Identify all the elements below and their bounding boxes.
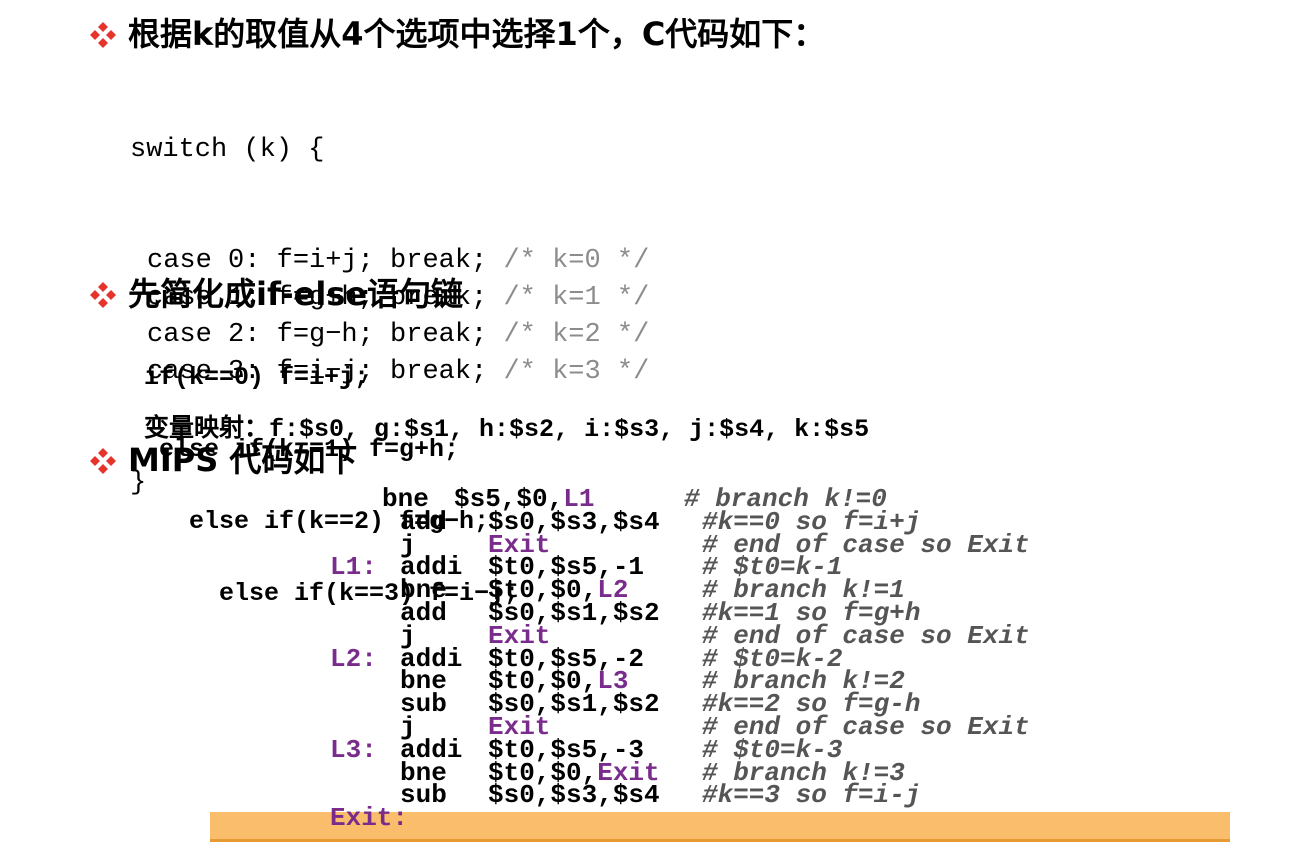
variable-mapping-text: f:$s0, g:$s1, h:$s2, i:$s3, j:$s4, k:$s5: [269, 415, 870, 444]
variable-mapping: 变量映射：f:$s0, g:$s1, h:$s2, i:$s3, j:$s4, …: [144, 413, 870, 444]
mips-label: L3:: [330, 734, 377, 765]
c-case-comment: /* k=1 */: [503, 283, 650, 313]
c-switch-open: switch (k) {: [130, 135, 325, 165]
four-diamond-bullet-icon: [90, 448, 116, 474]
mips-label: L2:: [330, 643, 377, 674]
variable-mapping-label: 变量映射：: [144, 413, 270, 442]
if-line: else if(k==3) f=i−j;: [144, 579, 520, 608]
c-case-comment: /* k=2 */: [503, 320, 650, 350]
c-case-comment: /* k=0 */: [503, 246, 650, 276]
mips-comment: #k==3 so f=i-j: [702, 780, 921, 811]
four-diamond-bullet-icon: [90, 282, 116, 308]
c-case-code: case 0: f=i+j; break;: [147, 246, 504, 276]
mips-label: Exit:: [330, 803, 409, 834]
c-case-comment: /* k=3 */: [503, 357, 650, 387]
section-heading-c-code: 根据k的取值从4个选项中选择1个，C代码如下：: [128, 15, 826, 53]
four-diamond-bullet-icon: [90, 22, 116, 48]
mips-label: L1:: [330, 552, 377, 583]
if-line: if(k==0) f=i+j;: [144, 363, 370, 392]
section-heading-mips: MIPS 代码如下: [128, 441, 358, 479]
section-heading-if-else: 先简化成if-else语句链: [128, 275, 464, 313]
mips-operands: $s0,$s3,$s4: [488, 780, 660, 811]
